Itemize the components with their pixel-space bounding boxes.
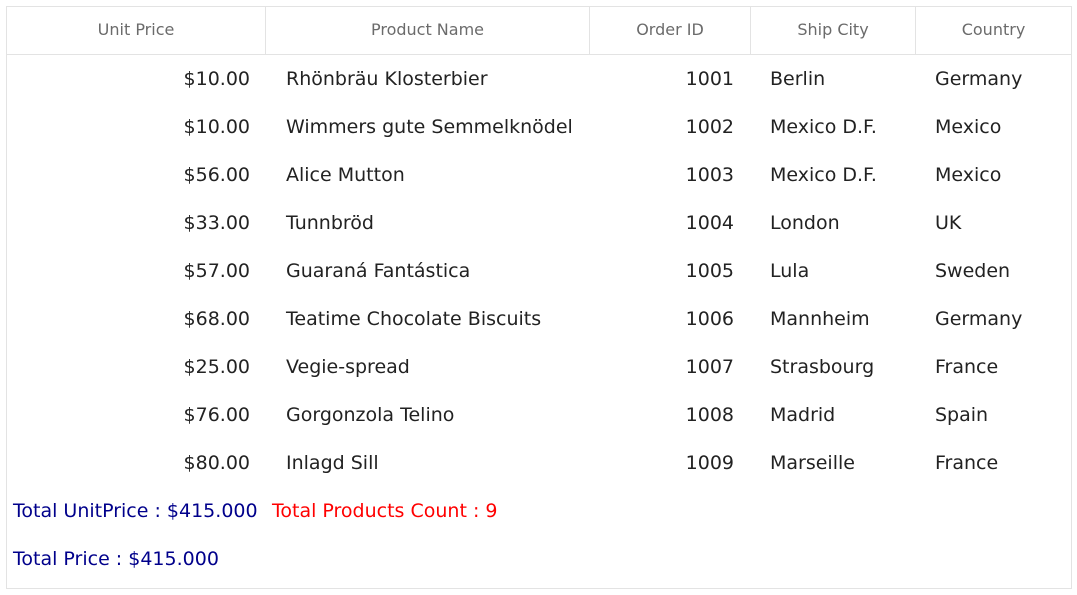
unit-price-cell: $10.00 <box>183 116 250 138</box>
product-name-cell: Guaraná Fantástica <box>286 260 471 282</box>
ship-city-cell: Strasbourg <box>770 356 875 378</box>
country-cell: Spain <box>935 404 989 426</box>
unit-price-cell: $76.00 <box>183 404 250 426</box>
product-name-cell: Alice Mutton <box>286 164 405 186</box>
table-row[interactable]: $10.00 Wimmers gute Semmelknödel 1002 Me… <box>7 103 1071 151</box>
product-name-cell: Vegie-spread <box>286 356 410 378</box>
table-row[interactable]: $57.00 Guaraná Fantástica 1005 Lula Swed… <box>7 247 1071 295</box>
country-cell: Germany <box>935 68 1023 90</box>
ship-city-cell: Lula <box>770 260 810 282</box>
unit-price-cell: $25.00 <box>183 356 250 378</box>
ship-city-cell: Marseille <box>770 452 855 474</box>
table-row[interactable]: $68.00 Teatime Chocolate Biscuits 1006 M… <box>7 295 1071 343</box>
table-row[interactable]: $56.00 Alice Mutton 1003 Mexico D.F. Mex… <box>7 151 1071 199</box>
table-row[interactable]: $80.00 Inlagd Sill 1009 Marseille France <box>7 439 1071 487</box>
ship-city-cell: Mannheim <box>770 308 870 330</box>
country-cell: France <box>935 356 999 378</box>
product-name-cell: Inlagd Sill <box>286 452 379 474</box>
ship-city-cell: London <box>770 212 840 234</box>
country-cell: Germany <box>935 308 1023 330</box>
order-id-cell: 1003 <box>685 164 734 186</box>
country-cell: Mexico <box>935 164 1002 186</box>
ship-city-cell: Madrid <box>770 404 836 426</box>
column-header-product-name[interactable]: Product Name <box>266 7 590 54</box>
order-id-cell: 1006 <box>685 308 734 330</box>
order-id-cell: 1009 <box>685 452 734 474</box>
unit-price-cell: $10.00 <box>183 68 250 90</box>
product-name-cell: Rhönbräu Klosterbier <box>286 68 488 90</box>
country-cell: UK <box>935 212 962 234</box>
product-name-cell: Teatime Chocolate Biscuits <box>286 308 542 330</box>
country-cell: Mexico <box>935 116 1002 138</box>
column-header-order-id[interactable]: Order ID <box>590 7 751 54</box>
product-name-cell: Wimmers gute Semmelknödel <box>286 116 573 138</box>
table-row[interactable]: $25.00 Vegie-spread 1007 Strasbourg Fran… <box>7 343 1071 391</box>
unit-price-cell: $57.00 <box>183 260 250 282</box>
order-id-cell: 1008 <box>685 404 734 426</box>
product-name-cell: Gorgonzola Telino <box>286 404 455 426</box>
country-cell: France <box>935 452 999 474</box>
column-header-unit-price[interactable]: Unit Price <box>7 7 266 54</box>
data-grid: Unit Price Product Name Order ID Ship Ci… <box>6 6 1072 589</box>
column-header-country[interactable]: Country <box>916 7 1071 54</box>
grid-header: Unit Price Product Name Order ID Ship Ci… <box>7 7 1071 55</box>
ship-city-cell: Mexico D.F. <box>770 116 877 138</box>
table-row[interactable]: $10.00 Rhönbräu Klosterbier 1001 Berlin … <box>7 55 1071 103</box>
unit-price-cell: $68.00 <box>183 308 250 330</box>
column-header-ship-city[interactable]: Ship City <box>751 7 916 54</box>
table-row[interactable]: $33.00 Tunnbröd 1004 London UK <box>7 199 1071 247</box>
country-cell: Sweden <box>935 260 1011 282</box>
product-name-cell: Tunnbröd <box>286 212 374 234</box>
order-id-cell: 1002 <box>685 116 734 138</box>
order-id-cell: 1005 <box>685 260 734 282</box>
unit-price-cell: $33.00 <box>183 212 250 234</box>
order-id-cell: 1007 <box>685 356 734 378</box>
unit-price-cell: $56.00 <box>183 164 250 186</box>
total-price-summary: Total Price : $415.000 <box>13 548 219 570</box>
ship-city-cell: Mexico D.F. <box>770 164 877 186</box>
total-unit-price-summary: Total UnitPrice : $415.000 <box>13 500 258 522</box>
table-row[interactable]: $76.00 Gorgonzola Telino 1008 Madrid Spa… <box>7 391 1071 439</box>
unit-price-cell: $80.00 <box>183 452 250 474</box>
order-id-cell: 1004 <box>685 212 734 234</box>
ship-city-cell: Berlin <box>770 68 826 90</box>
order-id-cell: 1001 <box>685 68 734 90</box>
total-products-count-summary: Total Products Count : 9 <box>272 500 498 522</box>
